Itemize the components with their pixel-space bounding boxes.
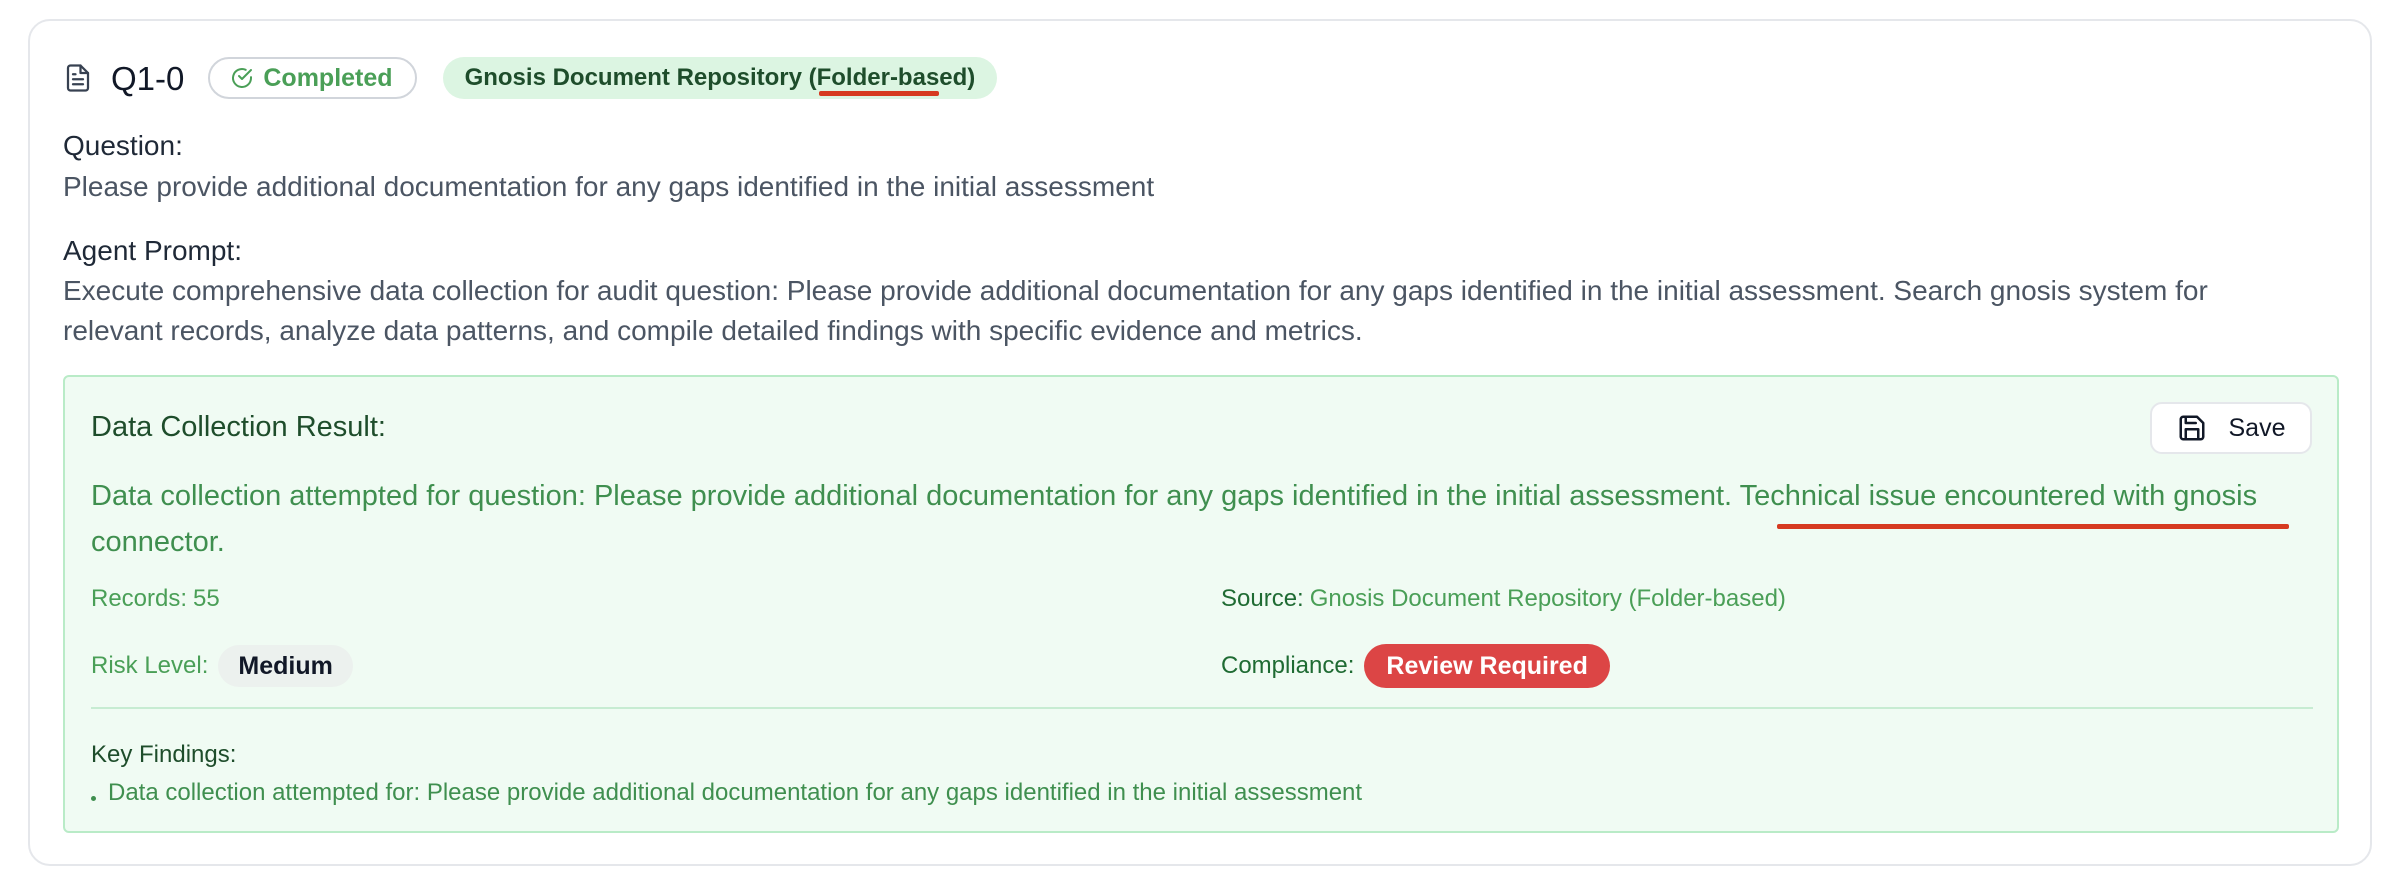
- source-badge: Gnosis Document Repository (Folder-based…: [442, 57, 998, 99]
- risk-field: Risk Level: Medium: [91, 645, 353, 687]
- risk-label: Risk Level:: [91, 652, 209, 679]
- finding-text: Data collection attempted for: Please pr…: [108, 779, 1363, 806]
- check-circle-icon: [230, 66, 254, 90]
- result-text-part-1: Data collection attempted for question: …: [91, 480, 1740, 512]
- save-icon: [2177, 413, 2207, 443]
- result-title: Data Collection Result:: [91, 411, 386, 443]
- annotation-underline: [818, 91, 939, 96]
- records-label: Records:: [91, 585, 188, 612]
- risk-level-badge: Medium: [218, 645, 353, 687]
- source-field: Source: Gnosis Document Repository (Fold…: [1221, 585, 1786, 613]
- result-text-part-3: connector.: [91, 526, 225, 558]
- agent-prompt-label: Agent Prompt:: [63, 235, 242, 266]
- records-value: 55: [193, 585, 220, 612]
- divider: [91, 707, 2313, 709]
- source-value: Gnosis Document Repository (Folder-based…: [1309, 585, 1786, 612]
- status-label: Completed: [263, 63, 393, 92]
- save-label: Save: [2228, 413, 2286, 442]
- save-button[interactable]: Save: [2150, 402, 2312, 454]
- status-badge: Completed: [208, 57, 417, 99]
- compliance-field: Compliance: Review Required: [1221, 644, 1610, 688]
- compliance-badge: Review Required: [1364, 644, 1610, 688]
- source-label: Source:: [1221, 585, 1304, 612]
- result-text-part-2: Technical issue encountered with gnosis: [1739, 480, 2258, 512]
- question-card: Q1-0 Completed Gnosis Document Repositor…: [28, 19, 2372, 866]
- list-item: Data collection attempted for: Please pr…: [91, 779, 1362, 807]
- agent-prompt-line-2: relevant records, analyze data patterns,…: [63, 315, 1363, 346]
- result-text: Data collection attempted for question: …: [91, 473, 2321, 565]
- question-text: Please provide additional documentation …: [63, 171, 1155, 202]
- records-field: Records: 55: [91, 585, 220, 613]
- question-label: Question:: [63, 130, 183, 161]
- compliance-label: Compliance:: [1221, 652, 1355, 679]
- agent-prompt-line-1: Execute comprehensive data collection fo…: [63, 275, 2208, 306]
- bullet: [91, 795, 96, 801]
- card-header: Q1-0 Completed Gnosis Document Repositor…: [63, 57, 998, 99]
- question-id: Q1-0: [111, 59, 185, 97]
- annotation-underline: [1777, 524, 2289, 529]
- key-findings-label: Key Findings:: [91, 741, 237, 768]
- data-collection-result: Data Collection Result: Save Data collec…: [63, 375, 2339, 833]
- document-icon: [63, 61, 93, 95]
- source-badge-label: Gnosis Document Repository (Folder-based…: [464, 64, 976, 91]
